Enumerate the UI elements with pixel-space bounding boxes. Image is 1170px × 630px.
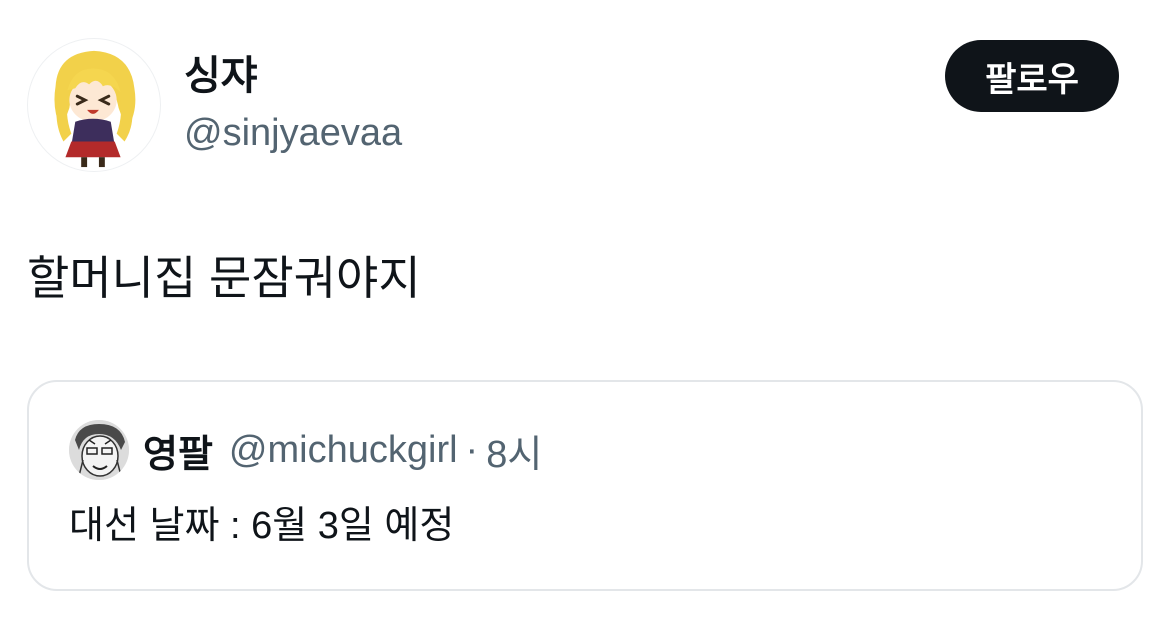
quoted-meta-separator: · xyxy=(465,428,479,471)
quoted-author-display-name[interactable]: 영팔 xyxy=(143,423,213,478)
quoted-tweet-text: 대선 날짜 : 6월 3일 예정 xyxy=(69,505,455,547)
quoted-tweet-card[interactable]: 영팔 @michuckgirl · 8시 대선 날짜 : 6월 3일 예정 xyxy=(27,380,1143,591)
tweet-container: 싱쟈 @sinjyaevaa 팔로우 할머니집 문잠궈야지 영팔 @michuc… xyxy=(0,0,1170,630)
anime-character-avatar-icon xyxy=(54,50,136,168)
quoted-tweet-timestamp[interactable]: 8시 xyxy=(486,423,542,478)
author-avatar[interactable] xyxy=(27,38,161,172)
author-display-name[interactable]: 싱쟈 xyxy=(184,52,258,100)
quoted-tweet-header: 영팔 @michuckgirl · 8시 xyxy=(69,420,542,480)
quoted-author-handle[interactable]: @michuckgirl xyxy=(229,429,458,472)
tweet-text: 할머니집 문잠궈야지 xyxy=(27,252,421,304)
manga-character-avatar-icon xyxy=(69,420,129,480)
quoted-author-avatar[interactable] xyxy=(69,420,129,480)
follow-button[interactable]: 팔로우 xyxy=(945,40,1119,112)
author-handle[interactable]: @sinjyaevaa xyxy=(184,110,402,156)
